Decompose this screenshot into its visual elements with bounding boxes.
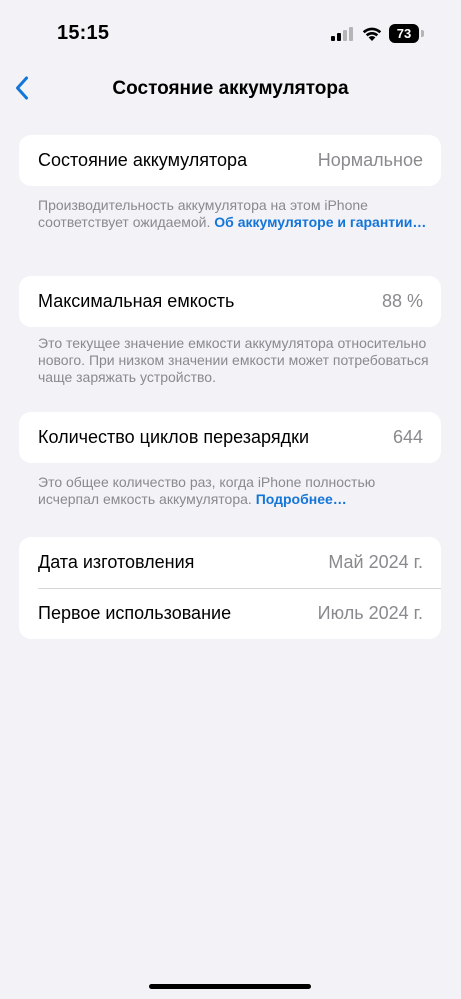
- wifi-icon: [361, 24, 383, 47]
- page-title: Состояние аккумулятора: [112, 78, 349, 99]
- max-capacity-footnote: Это текущее значение емкости аккумулятор…: [38, 335, 429, 385]
- battery-health-label: Состояние аккумулятора: [38, 150, 248, 170]
- navigation-bar: Состояние аккумулятора: [0, 66, 461, 114]
- battery-cap: [421, 30, 424, 37]
- first-use-label: Первое использование: [38, 603, 232, 623]
- battery-icon: 73: [389, 24, 425, 44]
- cycle-count-card: Количество циклов перезарядки 644: [19, 412, 441, 463]
- max-capacity-row: Максимальная емкость 88 %: [19, 276, 441, 327]
- cycle-count-label: Количество циклов перезарядки: [38, 427, 310, 447]
- home-indicator[interactable]: [149, 984, 311, 989]
- dates-card: Дата изготовления Май 2024 г. Первое исп…: [19, 537, 441, 639]
- cycle-count-row: Количество циклов перезарядки 644: [19, 412, 441, 463]
- first-use-row: Первое использование Июль 2024 г.: [19, 588, 441, 639]
- max-capacity-label: Максимальная емкость: [38, 291, 235, 311]
- battery-health-row: Состояние аккумулятора Нормальное: [19, 135, 441, 186]
- manufacture-date-value: Май 2024 г.: [328, 552, 423, 572]
- cycle-count-value: 644: [392, 427, 423, 447]
- status-time: 15:15: [57, 22, 110, 44]
- battery-health-footnote: Производительность аккумулятора на этом …: [38, 197, 430, 231]
- battery-health-value: Нормальное: [317, 150, 423, 170]
- status-bar: 15:15 73: [0, 0, 461, 66]
- battery-health-card: Состояние аккумулятора Нормальное: [19, 135, 441, 186]
- battery-level: 73: [389, 24, 419, 43]
- battery-warranty-link[interactable]: Об аккумуляторе и гарантии…: [214, 214, 426, 230]
- cellular-signal-icon: [331, 27, 353, 46]
- manufacture-date-row: Дата изготовления Май 2024 г.: [19, 537, 441, 588]
- cycle-count-footnote: Это общее количество раз, когда iPhone п…: [38, 474, 430, 508]
- max-capacity-card: Максимальная емкость 88 %: [19, 276, 441, 327]
- manufacture-date-label: Дата изготовления: [38, 552, 195, 572]
- first-use-value: Июль 2024 г.: [317, 603, 423, 623]
- max-capacity-value: 88 %: [381, 291, 423, 311]
- learn-more-link[interactable]: Подробнее…: [256, 491, 347, 507]
